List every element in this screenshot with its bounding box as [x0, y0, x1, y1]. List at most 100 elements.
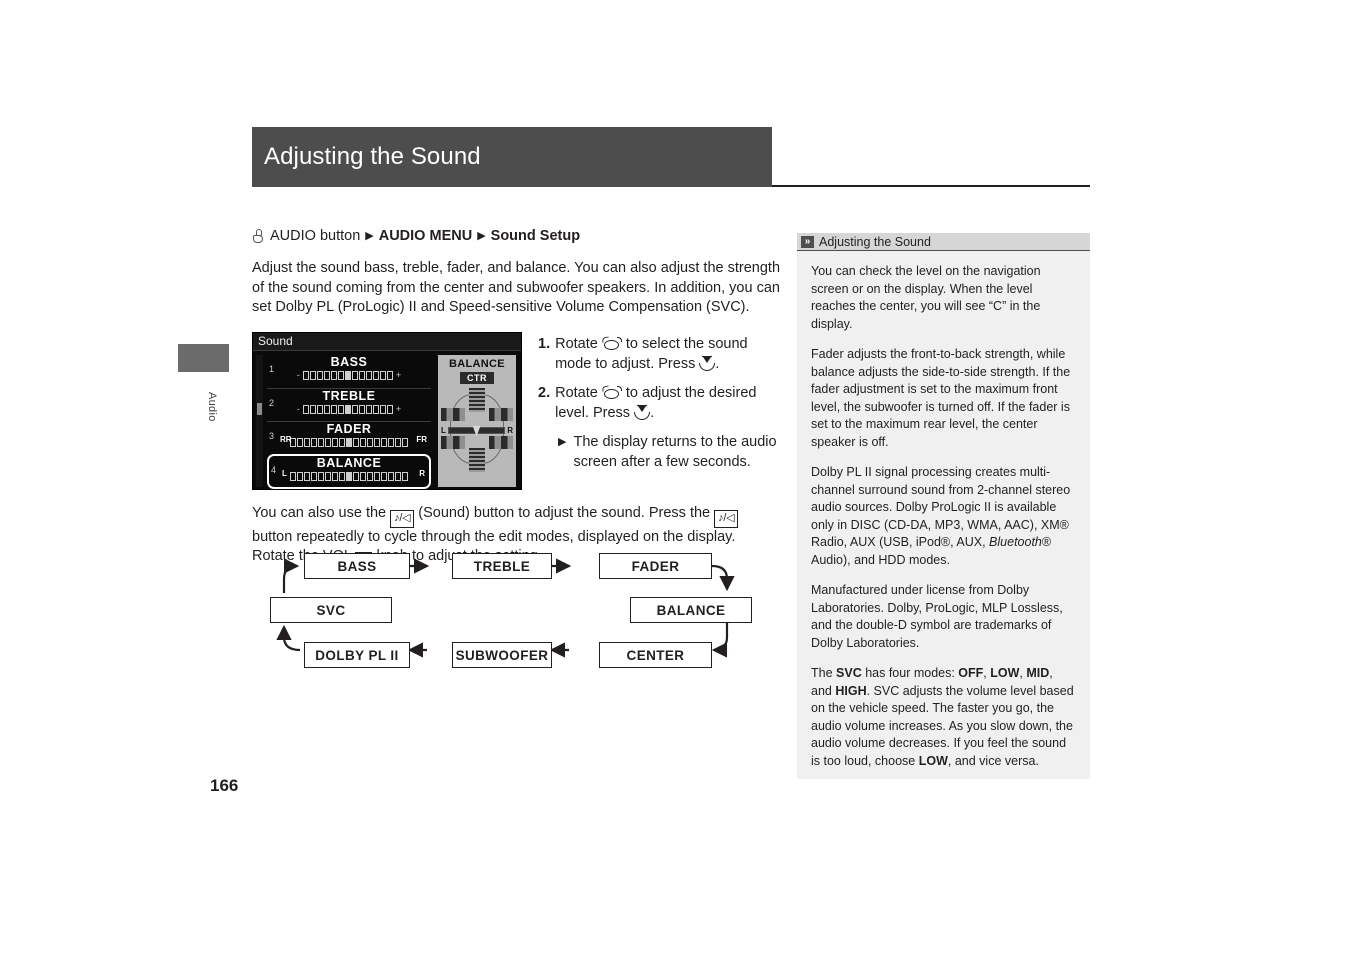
- meter-segment: [402, 437, 408, 447]
- meter-balance[interactable]: 4 L R BALANCE: [267, 453, 431, 489]
- display-and-steps: Sound 1 BASS - +2 TREBLE - +3 RR FR FADER 4 L R BALAN…: [252, 331, 780, 491]
- meter-segment: [395, 471, 401, 481]
- meter-segment: [360, 437, 366, 447]
- flow-node-fader[interactable]: FADER: [599, 553, 712, 579]
- double-chevron-icon: »: [801, 235, 814, 248]
- edit-mode-flow-diagram: BASS TREBLE FADER BALANCE CENTER SUBWOOF…: [262, 545, 762, 675]
- meter-segment: [325, 471, 331, 481]
- meter-segment: [374, 437, 380, 447]
- chapter-tab: [178, 344, 229, 372]
- meter-segment: [351, 404, 358, 414]
- meter-segment: [304, 437, 310, 447]
- flow-node-balance[interactable]: BALANCE: [630, 597, 752, 623]
- side-note-title: Adjusting the Sound: [819, 234, 931, 249]
- meter-segment: [365, 370, 372, 380]
- meter-segment: [388, 437, 394, 447]
- meter-segment: [386, 404, 393, 414]
- meter-plus: +: [395, 369, 402, 380]
- meter-segment: [346, 437, 352, 447]
- rotary-knob-icon-2: [601, 384, 622, 400]
- meter-left-label: RR: [280, 434, 292, 444]
- balance-panel: BALANCE CTR L R: [438, 354, 516, 487]
- manual-page: Adjusting the Sound Audio 166 AUDIO butt…: [0, 0, 1350, 954]
- step-1: 1. Rotate to select the sound mode to ad…: [538, 334, 780, 374]
- meter-bass[interactable]: 1 BASS - +: [267, 355, 431, 388]
- main-content: AUDIO button ▶ AUDIO MENU ▶ Sound Setup …: [252, 228, 780, 569]
- speaker-rear-right-icon: [489, 435, 513, 449]
- meter-segment: [367, 437, 373, 447]
- meter-segment: [402, 471, 408, 481]
- balance-slider: L R: [441, 425, 513, 437]
- display-titlebar: Sound: [253, 332, 521, 351]
- meter-segment: [302, 370, 309, 380]
- meter-segment: [374, 471, 380, 481]
- meter-left-label: L: [282, 468, 287, 478]
- flow-node-bass[interactable]: BASS: [304, 553, 410, 579]
- meter-segment: [330, 370, 337, 380]
- meter-segment: [353, 471, 359, 481]
- balance-left-label: L: [441, 425, 446, 435]
- balance-right-label: R: [507, 425, 513, 435]
- display-scrollbar: [256, 354, 263, 487]
- meter-segment: [337, 370, 344, 380]
- flow-node-svc[interactable]: SVC: [270, 597, 392, 623]
- meter-segment: [353, 437, 359, 447]
- meter-segment: [323, 404, 330, 414]
- step-2: 2. Rotate to adjust the desired level. P…: [538, 383, 780, 423]
- step-2-number: 2.: [538, 384, 551, 401]
- meter-segment: [365, 404, 372, 414]
- side-note-paragraph: Dolby PL II signal processing creates mu…: [811, 465, 1071, 567]
- meter-segment: [309, 370, 316, 380]
- meter-segment: [332, 471, 338, 481]
- meter-segment: [332, 437, 338, 447]
- balance-track: [447, 425, 506, 437]
- meter-fader[interactable]: 3 RR FR FADER: [267, 420, 431, 454]
- meter-treble[interactable]: 2 TREBLE - +: [267, 387, 431, 421]
- breadcrumb: AUDIO button ▶ AUDIO MENU ▶ Sound Setup: [252, 228, 780, 244]
- meter-name: BALANCE: [316, 455, 382, 470]
- meter-segment: [330, 404, 337, 414]
- meter-segment: [344, 404, 351, 414]
- rear-bar: [469, 447, 485, 472]
- step-2-text: Rotate to adjust the desired level. Pres…: [555, 383, 780, 423]
- meter-segment: [339, 437, 345, 447]
- meter-list: 1 BASS - +2 TREBLE - +3 RR FR FADER 4 L R BALANCE: [267, 355, 431, 489]
- sound-display-screenshot: Sound 1 BASS - +2 TREBLE - +3 RR FR FADER 4 L R BALAN…: [252, 331, 522, 491]
- meter-segment: [388, 471, 394, 481]
- sound-button-icon: ♪/◁: [390, 509, 415, 528]
- display-body: 1 BASS - +2 TREBLE - +3 RR FR FADER 4 L R BALANCE BAL…: [253, 351, 521, 491]
- speaker-rear-left-icon: [441, 435, 465, 449]
- press-knob-icon: [699, 355, 716, 371]
- meter-plus: +: [395, 403, 402, 414]
- flow-node-dolby[interactable]: DOLBY PL II: [304, 642, 410, 668]
- meter-segment: [311, 471, 317, 481]
- meter-segment: [379, 370, 386, 380]
- chapter-tab-label: Audio: [206, 392, 218, 422]
- front-bar: [469, 387, 485, 412]
- breadcrumb-menu: AUDIO MENU: [378, 228, 473, 244]
- meter-segment: [311, 437, 317, 447]
- step-2-part-c: .: [650, 404, 655, 421]
- meter-minus: -: [296, 369, 300, 380]
- header-rule: [772, 185, 1090, 187]
- side-note-paragraph: The SVC has four modes: OFF, LOW, MID, a…: [811, 666, 1074, 768]
- note-part-b: (Sound) button to adjust the sound. Pres…: [418, 504, 711, 521]
- flow-node-treble[interactable]: TREBLE: [452, 553, 552, 579]
- meter-segment: [367, 471, 373, 481]
- meter-segment: [323, 370, 330, 380]
- meter-segment: [395, 437, 401, 447]
- meter-segment: [302, 404, 309, 414]
- flow-node-center[interactable]: CENTER: [599, 642, 712, 668]
- balance-center-badge: CTR: [460, 371, 494, 384]
- meter-segment: [316, 370, 323, 380]
- meter-segment: [318, 471, 324, 481]
- meter-index: 4: [271, 464, 277, 475]
- meter-segment: [290, 471, 296, 481]
- flow-node-subwoofer[interactable]: SUBWOOFER: [452, 642, 552, 668]
- page-header: Adjusting the Sound: [252, 127, 772, 187]
- car-speaker-diagram: L R: [441, 387, 513, 472]
- meter-segment: [337, 404, 344, 414]
- meter-name: TREBLE: [322, 388, 376, 403]
- meter-index: 1: [269, 363, 275, 374]
- intro-paragraph: Adjust the sound bass, treble, fader, an…: [252, 260, 781, 315]
